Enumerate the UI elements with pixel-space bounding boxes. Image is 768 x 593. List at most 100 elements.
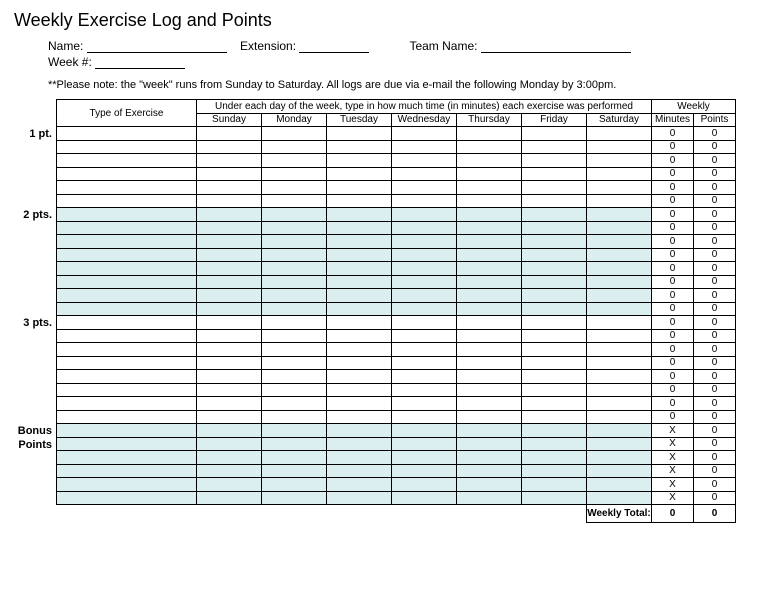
day-cell[interactable]	[587, 275, 652, 289]
day-cell[interactable]	[262, 302, 327, 316]
day-cell[interactable]	[392, 127, 457, 141]
day-cell[interactable]	[457, 167, 522, 181]
day-cell[interactable]	[392, 437, 457, 451]
type-cell[interactable]	[57, 451, 197, 465]
type-cell[interactable]	[57, 478, 197, 492]
day-cell[interactable]	[522, 140, 587, 154]
day-cell[interactable]	[522, 194, 587, 208]
day-cell[interactable]	[262, 478, 327, 492]
day-cell[interactable]	[197, 127, 262, 141]
type-cell[interactable]	[57, 208, 197, 222]
extension-input-line[interactable]	[299, 39, 369, 53]
day-cell[interactable]	[457, 235, 522, 249]
day-cell[interactable]	[457, 289, 522, 303]
day-cell[interactable]	[327, 356, 392, 370]
day-cell[interactable]	[197, 140, 262, 154]
day-cell[interactable]	[262, 248, 327, 262]
type-cell[interactable]	[57, 140, 197, 154]
day-cell[interactable]	[197, 437, 262, 451]
day-cell[interactable]	[522, 167, 587, 181]
day-cell[interactable]	[262, 451, 327, 465]
day-cell[interactable]	[197, 410, 262, 424]
team-input-line[interactable]	[481, 39, 631, 53]
day-cell[interactable]	[262, 397, 327, 411]
day-cell[interactable]	[327, 302, 392, 316]
day-cell[interactable]	[262, 424, 327, 438]
type-cell[interactable]	[57, 167, 197, 181]
day-cell[interactable]	[197, 464, 262, 478]
day-cell[interactable]	[262, 235, 327, 249]
day-cell[interactable]	[587, 181, 652, 195]
day-cell[interactable]	[457, 194, 522, 208]
day-cell[interactable]	[587, 370, 652, 384]
day-cell[interactable]	[197, 478, 262, 492]
day-cell[interactable]	[587, 248, 652, 262]
type-cell[interactable]	[57, 383, 197, 397]
day-cell[interactable]	[262, 464, 327, 478]
day-cell[interactable]	[327, 491, 392, 505]
day-cell[interactable]	[457, 248, 522, 262]
day-cell[interactable]	[457, 275, 522, 289]
type-cell[interactable]	[57, 343, 197, 357]
day-cell[interactable]	[522, 329, 587, 343]
day-cell[interactable]	[262, 491, 327, 505]
day-cell[interactable]	[327, 208, 392, 222]
type-cell[interactable]	[57, 221, 197, 235]
type-cell[interactable]	[57, 397, 197, 411]
day-cell[interactable]	[392, 154, 457, 168]
day-cell[interactable]	[587, 424, 652, 438]
day-cell[interactable]	[262, 316, 327, 330]
day-cell[interactable]	[327, 410, 392, 424]
type-cell[interactable]	[57, 370, 197, 384]
day-cell[interactable]	[522, 154, 587, 168]
type-cell[interactable]	[57, 127, 197, 141]
day-cell[interactable]	[392, 302, 457, 316]
day-cell[interactable]	[392, 289, 457, 303]
day-cell[interactable]	[392, 329, 457, 343]
day-cell[interactable]	[587, 343, 652, 357]
type-cell[interactable]	[57, 154, 197, 168]
day-cell[interactable]	[587, 383, 652, 397]
day-cell[interactable]	[327, 235, 392, 249]
day-cell[interactable]	[457, 383, 522, 397]
day-cell[interactable]	[262, 208, 327, 222]
day-cell[interactable]	[262, 140, 327, 154]
day-cell[interactable]	[327, 154, 392, 168]
day-cell[interactable]	[327, 437, 392, 451]
day-cell[interactable]	[392, 410, 457, 424]
day-cell[interactable]	[327, 424, 392, 438]
day-cell[interactable]	[327, 181, 392, 195]
day-cell[interactable]	[587, 451, 652, 465]
day-cell[interactable]	[197, 194, 262, 208]
type-cell[interactable]	[57, 410, 197, 424]
type-cell[interactable]	[57, 248, 197, 262]
day-cell[interactable]	[457, 397, 522, 411]
day-cell[interactable]	[457, 370, 522, 384]
day-cell[interactable]	[392, 167, 457, 181]
type-cell[interactable]	[57, 437, 197, 451]
day-cell[interactable]	[392, 316, 457, 330]
day-cell[interactable]	[197, 343, 262, 357]
day-cell[interactable]	[587, 127, 652, 141]
day-cell[interactable]	[392, 383, 457, 397]
type-cell[interactable]	[57, 316, 197, 330]
type-cell[interactable]	[57, 329, 197, 343]
day-cell[interactable]	[522, 491, 587, 505]
day-cell[interactable]	[392, 370, 457, 384]
day-cell[interactable]	[327, 451, 392, 465]
day-cell[interactable]	[327, 478, 392, 492]
day-cell[interactable]	[197, 154, 262, 168]
day-cell[interactable]	[392, 140, 457, 154]
day-cell[interactable]	[197, 289, 262, 303]
day-cell[interactable]	[327, 262, 392, 276]
day-cell[interactable]	[327, 167, 392, 181]
day-cell[interactable]	[262, 383, 327, 397]
day-cell[interactable]	[587, 478, 652, 492]
day-cell[interactable]	[327, 275, 392, 289]
day-cell[interactable]	[587, 397, 652, 411]
day-cell[interactable]	[457, 208, 522, 222]
day-cell[interactable]	[197, 356, 262, 370]
day-cell[interactable]	[327, 127, 392, 141]
day-cell[interactable]	[587, 194, 652, 208]
day-cell[interactable]	[327, 289, 392, 303]
